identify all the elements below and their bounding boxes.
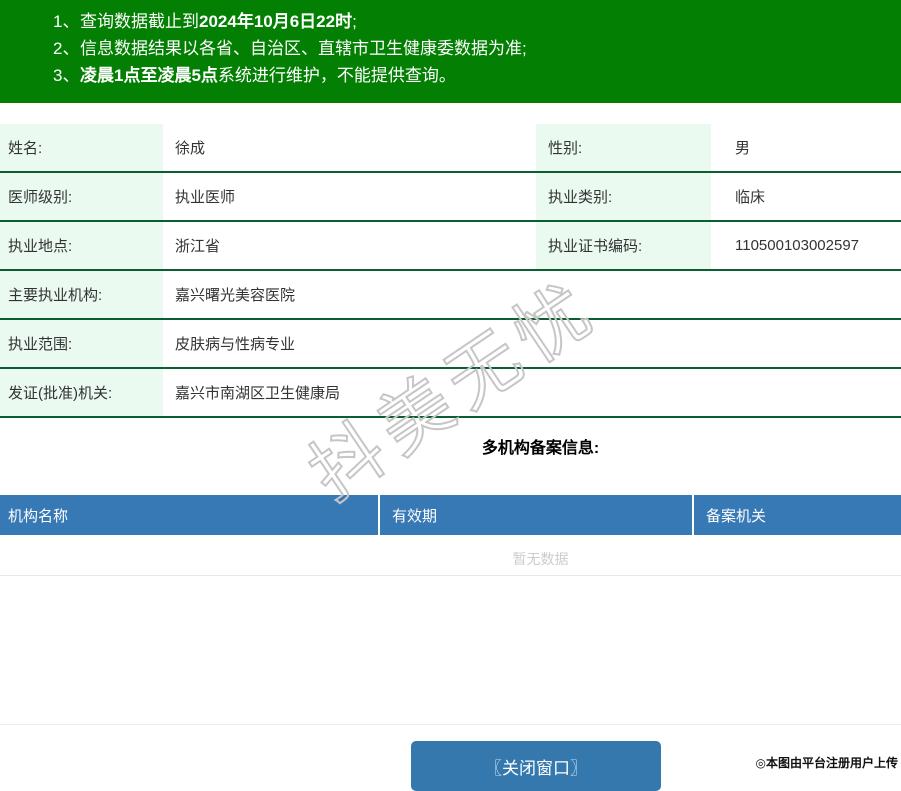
notice-line-2: 2、信息数据结果以各省、自治区、直辖市卫生健康委数据为准; [0, 35, 901, 62]
notice-line-1: 1、查询数据截止到2024年10月6日22时; [0, 8, 901, 35]
location-value: 浙江省 [175, 238, 221, 255]
notice-number: 1、 [53, 12, 80, 31]
notice-banner: 1、查询数据截止到2024年10月6日22时; 2、信息数据结果以各省、自治区、… [0, 0, 901, 103]
name-value: 徐成 [175, 140, 206, 157]
level-value: 执业医师 [175, 189, 236, 206]
notice-line-3: 3、凌晨1点至凌晨5点系统进行维护，不能提供查询。 [0, 62, 901, 89]
notice-number: 2、 [53, 39, 80, 58]
level-label: 医师级别: [0, 173, 163, 220]
main-institution-label: 主要执业机构: [0, 271, 163, 318]
empty-data-text: 暂无数据 [512, 551, 569, 567]
notice-text: 查询数据截止到 [80, 12, 199, 31]
location-label: 执业地点: [0, 222, 163, 269]
practice-scope-label: 执业范围: [0, 320, 163, 367]
header-cell-filing-authority: 备案机关 [692, 495, 901, 535]
practice-scope-value: 皮肤病与性病专业 [175, 336, 296, 353]
footer-divider [0, 724, 901, 725]
table-row-practice-scope: 执业范围: 皮肤病与性病专业 [0, 320, 901, 369]
header-cell-institution-name: 机构名称 [8, 507, 69, 525]
gender-value: 男 [735, 140, 751, 157]
table-row-issuing-authority: 发证(批准)机关: 嘉兴市南湖区卫生健康局 [0, 369, 901, 418]
category-value: 临床 [735, 189, 766, 206]
multi-institution-section-title: 多机构备案信息: [481, 440, 600, 457]
practitioner-info-table: 姓名: 徐成 性别: 男 医师级别: 执业医师 执业类别: 临床 执业地点: 浙… [0, 124, 901, 418]
cert-no-value: 110500103002597 [735, 237, 860, 254]
notice-text: 信息数据结果以各省、自治区、直辖市卫生健康委数据为准; [80, 39, 527, 58]
header-cell-validity-period: 有效期 [378, 495, 692, 535]
notice-text-bold: 凌晨1点至凌晨5点 [80, 66, 218, 85]
table-row-name-gender: 姓名: 徐成 性别: 男 [0, 124, 901, 173]
notice-number: 3、 [53, 66, 80, 85]
gender-label: 性别: [536, 124, 711, 171]
category-label: 执业类别: [536, 173, 711, 220]
close-window-button[interactable]: 〖关闭窗口〗 [411, 741, 661, 791]
name-label: 姓名: [0, 124, 163, 171]
notice-text: 系统进行维护，不能提供查询。 [217, 66, 456, 85]
cert-no-label: 执业证书编码: [536, 222, 711, 269]
issuing-authority-value: 嘉兴市南湖区卫生健康局 [175, 385, 341, 402]
table-row-level-category: 医师级别: 执业医师 执业类别: 临床 [0, 173, 901, 222]
table-row-location-certno: 执业地点: 浙江省 执业证书编码: 110500103002597 [0, 222, 901, 271]
issuing-authority-label: 发证(批准)机关: [0, 369, 163, 416]
notice-text: ; [352, 12, 357, 31]
notice-text-bold: 2024年10月6日22时 [199, 12, 353, 31]
upload-credit-text: ◎本图由平台注册用户上传 [755, 756, 898, 770]
main-institution-value: 嘉兴曙光美容医院 [175, 287, 296, 304]
filing-table-header: 机构名称 有效期 备案机关 [0, 495, 901, 535]
filing-table-bottom-divider [0, 575, 901, 576]
table-row-main-institution: 主要执业机构: 嘉兴曙光美容医院 [0, 271, 901, 320]
